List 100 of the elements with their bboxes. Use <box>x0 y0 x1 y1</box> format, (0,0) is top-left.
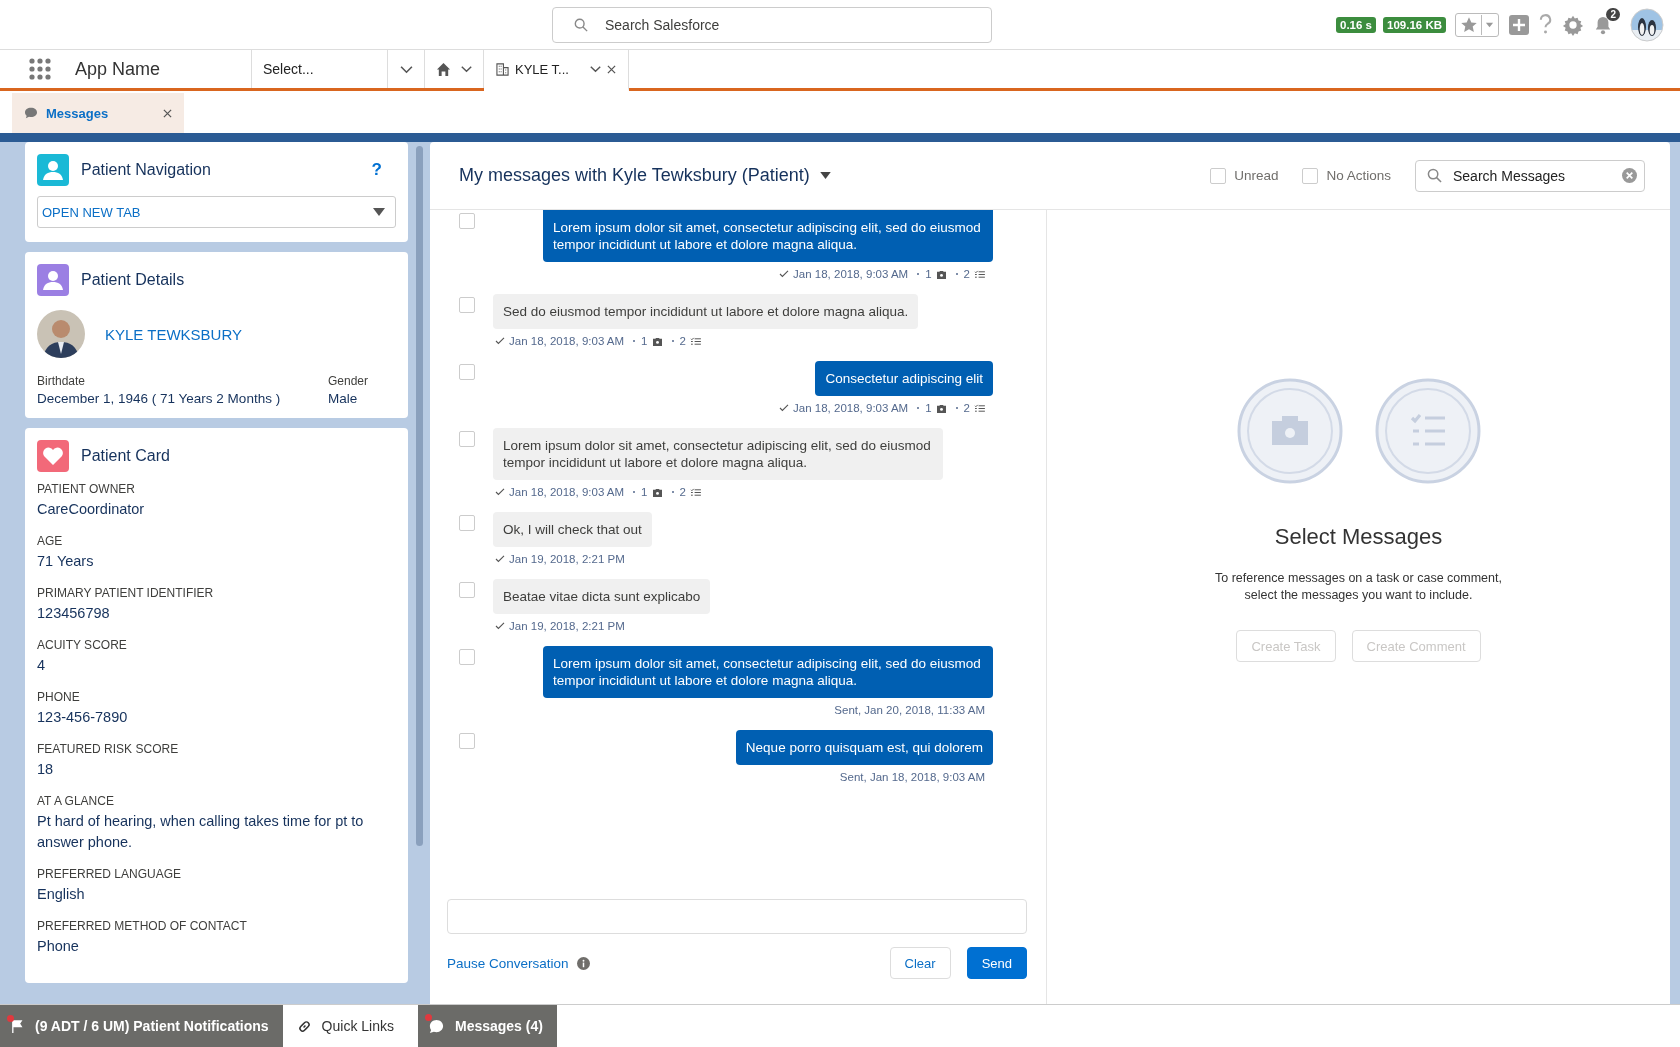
checkbox[interactable] <box>459 733 475 749</box>
search-field[interactable]: Search Salesforce <box>552 7 992 43</box>
notification-count: 2 <box>1606 7 1620 21</box>
performance-badge: 0.16 s <box>1336 16 1376 33</box>
close-icon[interactable] <box>163 108 172 118</box>
help-link[interactable]: ? <box>371 160 382 180</box>
link-icon <box>296 1018 312 1034</box>
message-bubble: Ok, I will check that out <box>493 512 652 547</box>
field-label: PREFERRED METHOD OF CONTACT <box>37 919 248 933</box>
message-time: Sent, Jan 20, 2018, 11:33 AM <box>834 704 985 716</box>
caret-icon <box>1485 20 1494 29</box>
checkbox[interactable] <box>459 364 475 380</box>
checkbox[interactable] <box>459 649 475 665</box>
conversation-title[interactable]: My messages with Kyle Tewksbury (Patient) <box>459 165 810 186</box>
field-value: Male <box>327 391 359 406</box>
briefcase-icon <box>935 269 947 279</box>
message-time: Jan 18, 2018, 9:03 AM <box>509 486 625 498</box>
checkbox[interactable] <box>459 582 475 598</box>
field-value: December 1, 1946 ( 71 Years 2 Months ) <box>37 391 281 406</box>
field-value: 71 Years <box>37 552 95 571</box>
field-value: Pt hard of hearing, when calling takes time for pt to answer phone. <box>37 812 365 852</box>
checkbox[interactable] <box>459 213 475 229</box>
field-label: PATIENT OWNER <box>37 482 136 496</box>
navigation-menu-button[interactable] <box>387 50 425 88</box>
home-icon <box>436 61 451 77</box>
filter-label: Unread <box>1234 168 1279 183</box>
task-list-icon <box>689 336 701 346</box>
message-time: Sent, Jan 18, 2018, 9:03 AM <box>839 771 985 783</box>
checkbox[interactable] <box>459 297 475 313</box>
field-value: 123-456-7890 <box>37 708 129 727</box>
task-count: 2 <box>679 335 686 347</box>
clear-icon[interactable] <box>1622 167 1637 183</box>
task-count: 2 <box>963 268 970 280</box>
close-icon[interactable] <box>607 64 616 74</box>
task-count: 2 <box>963 402 970 414</box>
search-icon <box>574 18 588 32</box>
send-button[interactable]: Send <box>966 947 1027 979</box>
patient-name-link[interactable]: KYLE TEWKSBURY <box>105 325 242 343</box>
briefcase-icon <box>935 403 947 413</box>
message-time: Jan 19, 2018, 2:21 PM <box>509 620 625 632</box>
search-field[interactable]: Search Messages <box>1415 159 1645 192</box>
checkbox[interactable] <box>459 515 475 531</box>
message-time: Jan 18, 2018, 9:03 AM <box>793 268 909 280</box>
field-value: 123456798 <box>37 604 111 623</box>
field-label: ACUITY SCORE <box>37 638 128 652</box>
empty-state-description: To reference messages on a task or case comment, select the messages you want to include. <box>1214 570 1503 604</box>
clear-button[interactable]: Clear <box>889 947 951 979</box>
caret-icon[interactable] <box>819 172 831 179</box>
message-input[interactable] <box>447 899 1027 934</box>
notification-bell-icon[interactable] <box>1594 14 1612 35</box>
task-list-icon <box>689 487 701 497</box>
task-list-icon <box>1374 378 1481 484</box>
field-label: PHONE <box>37 690 81 704</box>
star-icon <box>1460 15 1478 34</box>
message-time: Jan 19, 2018, 2:21 PM <box>509 553 625 565</box>
attachment-count: 1 <box>925 402 932 414</box>
scrollbar[interactable] <box>415 146 423 846</box>
field-label: AT A GLANCE <box>37 794 115 808</box>
person-icon <box>37 154 69 186</box>
workspace-tab[interactable]: KYLE T... <box>484 50 629 91</box>
message-bubble: Lorem ipsum dolor sit amet, consectetur adipiscing elit, sed do eiusmod tempor incididunt ut labore et dolore magna aliqua. <box>543 646 993 698</box>
navigation-select[interactable]: Select... <box>251 50 387 88</box>
attachment-count: 1 <box>641 335 648 347</box>
subtab[interactable]: Messages <box>12 93 184 133</box>
task-list-icon <box>974 269 985 279</box>
chevron-down-icon <box>461 65 472 73</box>
message-bubble: Lorem ipsum dolor sit amet, consectetur adipiscing elit, sed do eiusmod tempor incididunt ut labore et dolore magna aliqua. <box>493 428 943 480</box>
pause-conversation-link[interactable]: Pause Conversation <box>447 955 569 971</box>
utility-bar-item[interactable]: (9 ADT / 6 UM) Patient Notifications <box>0 1005 283 1047</box>
caret-icon <box>373 208 385 216</box>
utility-bar-item[interactable]: Messages (4) <box>417 1005 557 1047</box>
field-label: Birthdate <box>37 374 87 388</box>
field-label: PREFERRED LANGUAGE <box>37 867 183 881</box>
attachment-count: 1 <box>925 268 932 280</box>
help-icon[interactable] <box>1539 14 1552 35</box>
chevron-down-icon <box>590 65 601 73</box>
checkbox[interactable] <box>1302 167 1319 184</box>
checkbox[interactable] <box>459 431 475 447</box>
message-bubble: Neque porro quisquam est, qui dolorem <box>735 730 993 765</box>
field-label: AGE <box>37 534 64 548</box>
card-title: Patient Navigation <box>81 161 212 179</box>
message-bubble: Beatae vitae dicta sunt explicabo <box>493 579 711 614</box>
briefcase-icon <box>651 336 663 346</box>
search-icon <box>1427 167 1442 183</box>
app-launcher-icon[interactable] <box>29 58 51 80</box>
briefcase-icon <box>1236 378 1343 484</box>
card-title: Patient Card <box>81 447 171 465</box>
field-label: Gender <box>327 374 368 388</box>
open-tab-dropdown[interactable]: OPEN NEW TAB <box>37 196 396 228</box>
add-icon[interactable] <box>1509 14 1529 35</box>
briefcase-icon <box>651 487 663 497</box>
checkbox[interactable] <box>1210 167 1227 184</box>
chevron-down-icon <box>399 64 413 74</box>
field-label: PRIMARY PATIENT IDENTIFIER <box>37 586 215 600</box>
favorites-button[interactable] <box>1455 12 1499 37</box>
building-icon <box>496 62 509 76</box>
task-count: 2 <box>679 486 686 498</box>
chat-icon <box>24 107 38 119</box>
attachment-count: 1 <box>641 486 648 498</box>
info-icon[interactable] <box>576 956 590 970</box>
